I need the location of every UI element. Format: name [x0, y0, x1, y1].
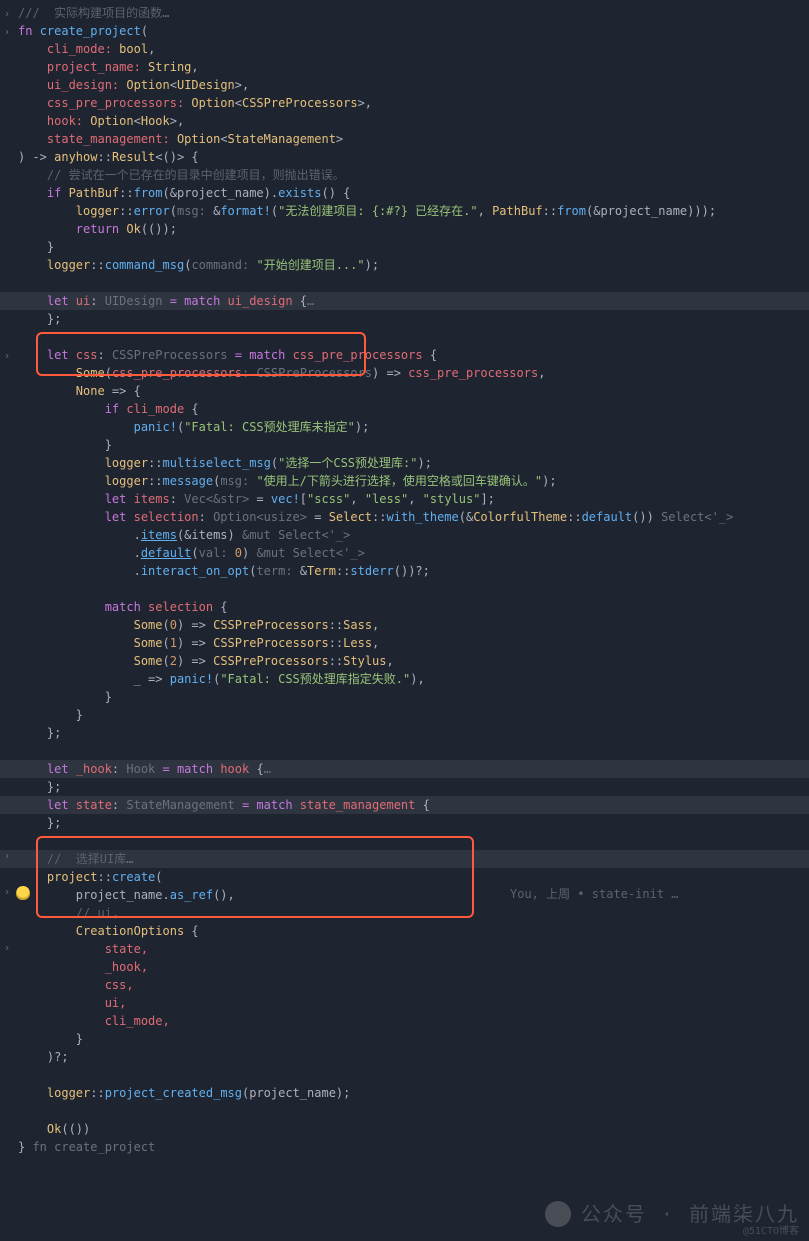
code-line[interactable]: ui,: [0, 994, 809, 1012]
code-line[interactable]: logger::error(msg: &format!("无法创建项目: {:#…: [0, 202, 809, 220]
code-line[interactable]: if cli_mode {: [0, 400, 809, 418]
code-line[interactable]: match selection {: [0, 598, 809, 616]
code-line[interactable]: logger::message(msg: "使用上/下箭头进行选择，使用空格或回…: [0, 472, 809, 490]
code-line[interactable]: ui_design: Option<UIDesign>,: [0, 76, 809, 94]
code-line[interactable]: logger::multiselect_msg("选择一个CSS预处理库:");: [0, 454, 809, 472]
code-line[interactable]: Ok(()): [0, 1120, 809, 1138]
code-line[interactable]: None => {: [0, 382, 809, 400]
code-line[interactable]: project_name: String,: [0, 58, 809, 76]
code-line[interactable]: };: [0, 814, 809, 832]
code-line[interactable]: Some(0) => CSSPreProcessors::Sass,: [0, 616, 809, 634]
code-line[interactable]: let _hook: Hook = match hook {…: [0, 760, 809, 778]
fold-chevron-icon[interactable]: ›: [0, 24, 14, 42]
lightbulb-icon[interactable]: [16, 886, 30, 900]
code-line[interactable]: }: [0, 706, 809, 724]
watermark-source: @51CTO博客: [743, 1223, 799, 1241]
code-line[interactable]: .items(&items) &mut Select<'_>: [0, 526, 809, 544]
code-line[interactable]: }: [0, 688, 809, 706]
code-line[interactable]: ) -> anyhow::Result<()> {: [0, 148, 809, 166]
code-line[interactable]: let selection: Option<usize> = Select::w…: [0, 508, 809, 526]
wechat-icon: [545, 1201, 571, 1227]
git-blame-annotation: You, 上周 • state-init …: [510, 885, 679, 903]
code-editor[interactable]: › › › › › › /// 实际构建项目的函数… fn create_pro…: [0, 0, 809, 1160]
code-line[interactable]: css,: [0, 976, 809, 994]
fold-chevron-icon[interactable]: ›: [0, 348, 14, 366]
code-line[interactable]: _ => panic!("Fatal: CSS预处理库指定失败."),: [0, 670, 809, 688]
code-line[interactable]: };: [0, 778, 809, 796]
code-line[interactable]: /// 实际构建项目的函数…: [0, 4, 809, 22]
code-line[interactable]: if PathBuf::from(&project_name).exists()…: [0, 184, 809, 202]
code-line[interactable]: // ui,: [0, 904, 809, 922]
code-line[interactable]: css_pre_processors: Option<CSSPreProcess…: [0, 94, 809, 112]
fold-chevron-icon[interactable]: ›: [0, 848, 14, 866]
code-line[interactable]: [0, 1066, 809, 1084]
code-line[interactable]: [0, 1102, 809, 1120]
code-line[interactable]: }: [0, 436, 809, 454]
fold-chevron-icon[interactable]: ›: [0, 884, 14, 902]
code-line[interactable]: let css: CSSPreProcessors = match css_pr…: [0, 346, 809, 364]
code-line[interactable]: _hook,: [0, 958, 809, 976]
code-line[interactable]: }: [0, 238, 809, 256]
code-line[interactable]: // 选择UI库…: [0, 850, 809, 868]
code-line[interactable]: let ui: UIDesign = match ui_design {…: [0, 292, 809, 310]
watermark: 公众号 · 前端柒八九 @51CTO博客: [545, 1201, 799, 1227]
code-line[interactable]: Some(2) => CSSPreProcessors::Stylus,: [0, 652, 809, 670]
code-line[interactable]: )?;: [0, 1048, 809, 1066]
code-line[interactable]: };: [0, 724, 809, 742]
code-line[interactable]: .interact_on_opt(term: &Term::stderr())?…: [0, 562, 809, 580]
code-line[interactable]: [0, 832, 809, 850]
code-line[interactable]: logger::project_created_msg(project_name…: [0, 1084, 809, 1102]
code-line[interactable]: hook: Option<Hook>,: [0, 112, 809, 130]
code-line[interactable]: logger::command_msg(command: "开始创建项目..."…: [0, 256, 809, 274]
code-line[interactable]: [0, 274, 809, 292]
code-line[interactable]: CreationOptions {: [0, 922, 809, 940]
code-line[interactable]: fn create_project(: [0, 22, 809, 40]
watermark-text: 公众号 · 前端柒八九: [581, 1205, 799, 1223]
code-line[interactable]: .default(val: 0) &mut Select<'_>: [0, 544, 809, 562]
code-line[interactable]: // 尝试在一个已存在的目录中创建项目，则抛出错误。: [0, 166, 809, 184]
fold-chevron-icon[interactable]: ›: [0, 940, 14, 958]
code-line[interactable]: return Ok(());: [0, 220, 809, 238]
code-line[interactable]: let items: Vec<&str> = vec!["scss", "les…: [0, 490, 809, 508]
code-line[interactable]: project::create(: [0, 868, 809, 886]
code-line[interactable]: [0, 328, 809, 346]
code-line[interactable]: } fn create_project: [0, 1138, 809, 1156]
code-line[interactable]: panic!("Fatal: CSS预处理库未指定");: [0, 418, 809, 436]
code-line[interactable]: [0, 580, 809, 598]
code-line[interactable]: Some(css_pre_processors: CSSPreProcessor…: [0, 364, 809, 382]
code-line[interactable]: [0, 742, 809, 760]
code-line[interactable]: cli_mode: bool,: [0, 40, 809, 58]
code-line[interactable]: state_management: Option<StateManagement…: [0, 130, 809, 148]
code-line[interactable]: cli_mode,: [0, 1012, 809, 1030]
code-line[interactable]: Some(1) => CSSPreProcessors::Less,: [0, 634, 809, 652]
code-line[interactable]: };: [0, 310, 809, 328]
fold-chevron-icon[interactable]: ›: [0, 6, 14, 24]
code-line[interactable]: let state: StateManagement = match state…: [0, 796, 809, 814]
code-line[interactable]: state,: [0, 940, 809, 958]
code-line[interactable]: }: [0, 1030, 809, 1048]
code-line[interactable]: project_name.as_ref(),: [0, 886, 809, 904]
